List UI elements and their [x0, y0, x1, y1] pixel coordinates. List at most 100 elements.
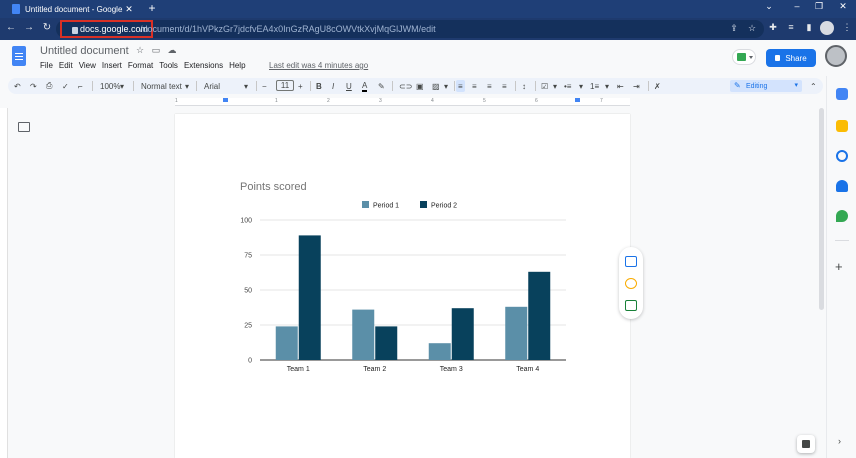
browser-profile-avatar[interactable]: [820, 21, 834, 35]
insert-image-icon[interactable]: ▨: [432, 80, 440, 92]
x-axis-ticks: Team 1 Team 2 Team 3 Team 4: [287, 366, 540, 373]
redo-icon[interactable]: ↷: [30, 80, 37, 92]
contacts-icon[interactable]: [836, 180, 848, 192]
bar-chart[interactable]: Points scored Period 1 Period 2 0 25 50 75 10…: [232, 176, 572, 376]
chevron-down-icon: ▾: [794, 82, 798, 89]
get-addons-icon[interactable]: +: [835, 259, 843, 274]
star-icon[interactable]: ☆: [135, 45, 145, 56]
horizontal-ruler[interactable]: 1 1 2 3 4 5 6 7: [175, 98, 630, 106]
account-avatar[interactable]: [825, 45, 847, 67]
align-left-icon[interactable]: ≡: [456, 80, 465, 92]
maps-icon[interactable]: [836, 210, 848, 222]
browser-menu-icon[interactable]: ⋮: [840, 22, 854, 33]
bold-icon[interactable]: B: [316, 80, 322, 92]
bulleted-list-icon[interactable]: •≡: [564, 80, 571, 92]
minimize-icon[interactable]: –: [790, 1, 804, 11]
font-size-input[interactable]: 11: [276, 80, 294, 91]
increase-indent-icon[interactable]: ⇥: [633, 80, 640, 92]
clear-formatting-icon[interactable]: ✗: [654, 80, 661, 92]
scrollbar[interactable]: [819, 108, 824, 310]
vertical-ruler[interactable]: [0, 108, 8, 458]
print-icon[interactable]: ⎙: [46, 80, 52, 92]
justify-icon[interactable]: ≡: [502, 80, 507, 92]
calendar-icon[interactable]: [836, 88, 848, 100]
insert-link-icon[interactable]: ⊂⊃: [399, 80, 412, 92]
checklist-icon[interactable]: ☑: [541, 80, 548, 92]
paint-format-icon[interactable]: ⌐: [78, 80, 83, 92]
bar: [375, 326, 398, 360]
menu-insert[interactable]: Insert: [102, 61, 122, 70]
align-center-icon[interactable]: ≡: [472, 80, 477, 92]
back-icon[interactable]: ←: [4, 22, 18, 33]
collapse-toolbar-icon[interactable]: ⌃: [810, 80, 817, 92]
docs-header: Untitled document ☆ ▭ ☁ File Edit View I…: [0, 40, 856, 74]
menu-edit[interactable]: Edit: [59, 61, 73, 70]
font-select[interactable]: Arial: [204, 80, 220, 92]
add-comment-icon[interactable]: [625, 256, 637, 267]
forward-icon[interactable]: →: [22, 22, 36, 33]
menu-format[interactable]: Format: [128, 61, 153, 70]
ruler-number: 5: [483, 98, 486, 104]
new-tab-button[interactable]: +: [146, 1, 158, 15]
style-select[interactable]: Normal text: [141, 80, 182, 92]
meet-button[interactable]: [732, 49, 756, 65]
increase-font-size-icon[interactable]: +: [298, 80, 303, 92]
restore-icon[interactable]: ❐: [812, 1, 826, 12]
chevron-right-icon[interactable]: ›: [838, 436, 841, 446]
chevron-down-icon: ▾: [120, 81, 125, 91]
zoom-select[interactable]: 100%: [100, 80, 120, 92]
bar: [428, 343, 451, 360]
close-tab-icon[interactable]: ✕: [124, 4, 134, 15]
italic-icon[interactable]: I: [332, 80, 334, 92]
share-label: Share: [785, 53, 807, 63]
lock-icon[interactable]: [72, 27, 78, 34]
move-folder-icon[interactable]: ▭: [151, 45, 161, 56]
tasks-icon[interactable]: [836, 150, 848, 162]
explore-button[interactable]: [797, 435, 815, 453]
legend-label: Period 1: [373, 203, 399, 210]
document-title[interactable]: Untitled document: [40, 45, 129, 57]
document-outline-icon[interactable]: [18, 122, 30, 132]
window-close-icon[interactable]: ✕: [836, 1, 850, 12]
line-spacing-icon[interactable]: ↕: [522, 80, 526, 92]
menu-view[interactable]: View: [79, 61, 96, 70]
add-comment-icon[interactable]: ▣: [416, 80, 424, 92]
y-tick-label: 25: [244, 323, 252, 330]
menu-tools[interactable]: Tools: [159, 61, 178, 70]
side-panel-icon[interactable]: ▮: [802, 22, 816, 33]
right-indent-marker[interactable]: [575, 98, 580, 102]
editing-mode-select[interactable]: ✎ Editing ▾: [730, 80, 802, 92]
address-bar[interactable]: docs.google.com /document/d/1hVPkzGr7jdc…: [56, 20, 764, 38]
suggest-edits-icon[interactable]: [625, 300, 637, 311]
menu-help[interactable]: Help: [229, 61, 245, 70]
emoji-reaction-icon[interactable]: [625, 278, 637, 289]
share-page-icon[interactable]: ⇪: [728, 23, 740, 34]
y-tick-label: 75: [244, 253, 252, 260]
ruler-number: 4: [431, 98, 434, 104]
spellcheck-icon[interactable]: ✓: [62, 80, 69, 92]
align-right-icon[interactable]: ≡: [487, 80, 492, 92]
numbered-list-icon[interactable]: 1≡: [590, 80, 599, 92]
menu-file[interactable]: File: [40, 61, 53, 70]
docs-logo-icon[interactable]: [12, 46, 26, 66]
last-edit-link[interactable]: Last edit was 4 minutes ago: [269, 61, 368, 70]
left-indent-marker[interactable]: [223, 98, 228, 102]
decrease-font-size-icon[interactable]: −: [262, 80, 267, 92]
undo-icon[interactable]: ↶: [14, 80, 21, 92]
browser-tab[interactable]: Untitled document - Google Docs ✕: [4, 0, 138, 18]
underline-icon[interactable]: U: [346, 80, 352, 92]
reading-list-icon[interactable]: ≡: [784, 22, 798, 32]
tab-search-icon[interactable]: ⌄: [762, 1, 776, 12]
text-color-icon[interactable]: A: [362, 80, 368, 92]
reload-icon[interactable]: ↻: [40, 22, 54, 33]
decrease-indent-icon[interactable]: ⇤: [617, 80, 624, 92]
keep-icon[interactable]: [836, 120, 848, 132]
separator: [133, 81, 134, 91]
chevron-down-icon: ▾: [605, 81, 610, 91]
bookmark-star-icon[interactable]: ☆: [746, 23, 758, 34]
menu-extensions[interactable]: Extensions: [184, 61, 223, 70]
extensions-icon[interactable]: ✚: [766, 22, 780, 33]
share-button[interactable]: Share: [766, 49, 816, 67]
separator: [515, 81, 516, 91]
highlight-color-icon[interactable]: ✎: [378, 80, 385, 92]
